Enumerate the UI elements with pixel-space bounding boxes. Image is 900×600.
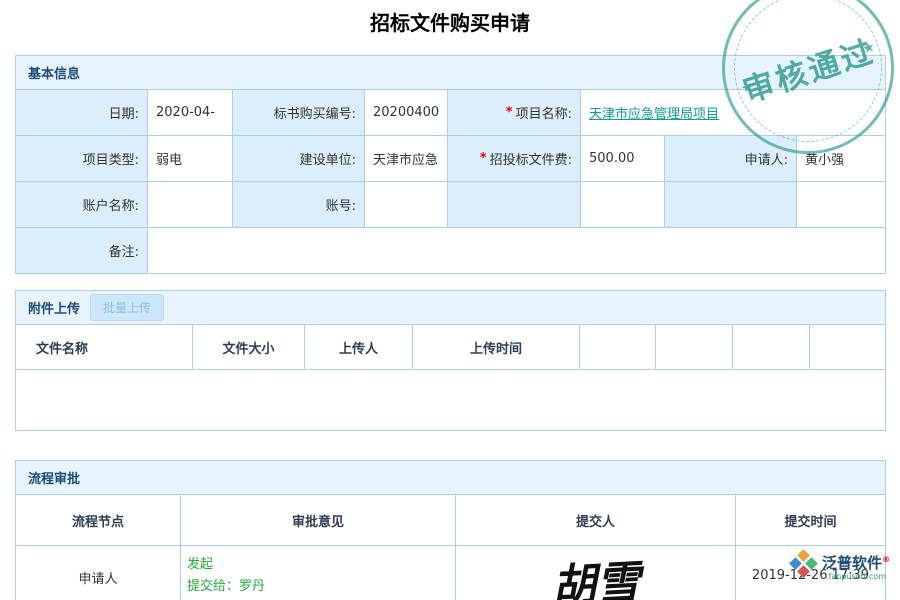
- project-name-link[interactable]: 天津市应急管理局项目: [589, 103, 719, 122]
- date-label: 日期:: [16, 90, 147, 135]
- attachments-section-header: 附件上传 批量上传: [16, 291, 885, 325]
- page-title: 招标文件购买申请: [0, 7, 900, 36]
- applicant-value[interactable]: 黄小强: [797, 136, 885, 181]
- signature-image: 胡雪: [550, 546, 641, 600]
- approval-section-title: 流程审批: [16, 461, 885, 495]
- brand-domain: .fanpusoft.com: [826, 572, 886, 582]
- project-name-cell: 天津市应急管理局项目: [581, 90, 885, 135]
- approval-row-opinion: 发起 提交给：罗丹: [181, 546, 455, 600]
- build-unit-label: 建设单位:: [233, 136, 364, 181]
- account-no-value[interactable]: [365, 182, 447, 227]
- approval-col-opinion: 审批意见: [181, 495, 455, 545]
- basic-info-section-title: 基本信息: [16, 56, 885, 90]
- remark-label: 备注:: [16, 228, 147, 273]
- attachments-col-filesize: 文件大小: [193, 325, 304, 369]
- bid-no-value[interactable]: 20200400: [365, 90, 447, 135]
- approval-table: 流程节点 审批意见 提交人 提交时间 申请人 发起 提交给：罗丹 胡雪 2019…: [16, 495, 885, 600]
- bid-no-label: 标书购买编号:: [233, 90, 364, 135]
- fanpu-logo-icon: [791, 551, 816, 576]
- remark-value[interactable]: [148, 228, 885, 273]
- project-type-value[interactable]: 弱电: [148, 136, 232, 181]
- fanpu-logo-text: 泛普软件® .fanpusoft.com: [822, 551, 890, 582]
- doc-fee-label: * 招投标文件费:: [448, 136, 580, 181]
- attachments-col-uploader: 上传人: [305, 325, 412, 369]
- account-name-label: 账户名称:: [16, 182, 147, 227]
- attachments-table-header: 文件名称 文件大小 上传人 上传时间: [16, 325, 885, 370]
- page: 招标文件购买申请 ★ 审核通过 ★ 基本信息 日期: 2020-04- 标书购买…: [0, 0, 900, 600]
- approval-action-text: 发起: [187, 554, 449, 576]
- approval-row-signature-cell: 胡雪: [456, 546, 735, 600]
- attachments-col-uploadtime: 上传时间: [413, 325, 579, 369]
- approval-col-node: 流程节点: [16, 495, 180, 545]
- attachments-empty-body: [16, 370, 885, 430]
- project-name-label: * 项目名称:: [448, 90, 580, 135]
- attachments-section: 附件上传 批量上传 文件名称 文件大小 上传人 上传时间: [15, 290, 886, 431]
- approval-col-time: 提交时间: [736, 495, 885, 545]
- project-type-label: 项目类型:: [16, 136, 147, 181]
- attachments-col-empty: [656, 325, 732, 369]
- brand-name-text: 泛普软件: [822, 554, 882, 572]
- brand-name: 泛普软件®: [822, 551, 890, 572]
- approval-section: 流程审批 流程节点 审批意见 提交人 提交时间 申请人 发起 提交给：罗丹 胡雪…: [15, 460, 886, 600]
- doc-fee-value[interactable]: 500.00: [581, 136, 664, 181]
- account-name-value[interactable]: [148, 182, 232, 227]
- applicant-label: 申请人:: [665, 136, 796, 181]
- date-value[interactable]: 2020-04-: [148, 90, 232, 135]
- account-no-label: 账号:: [233, 182, 364, 227]
- batch-upload-button[interactable]: 批量上传: [90, 294, 164, 321]
- build-unit-value[interactable]: 天津市应急: [365, 136, 447, 181]
- attachments-col-empty: [580, 325, 655, 369]
- fanpu-logo[interactable]: 泛普软件® .fanpusoft.com: [791, 551, 890, 582]
- empty-value-cell: [797, 182, 885, 227]
- required-mark: *: [506, 105, 513, 120]
- approval-submit-to-text: 提交给：罗丹: [187, 576, 449, 598]
- attachments-col-filename: 文件名称: [16, 325, 192, 369]
- empty-label-cell: [448, 182, 580, 227]
- project-name-label-text: 项目名称:: [516, 103, 572, 122]
- empty-value-cell: [581, 182, 664, 227]
- approval-row-node: 申请人: [16, 546, 180, 600]
- required-mark: *: [480, 151, 487, 166]
- approval-col-submitter: 提交人: [456, 495, 735, 545]
- basic-info-table: 日期: 2020-04- 标书购买编号: 20200400 * 项目名称: 天津…: [16, 90, 885, 273]
- registered-mark: ®: [882, 555, 890, 564]
- basic-info-section: 基本信息 日期: 2020-04- 标书购买编号: 20200400 * 项目名…: [15, 55, 886, 274]
- attachments-section-title: 附件上传: [28, 298, 80, 317]
- attachments-col-empty: [810, 325, 885, 369]
- attachments-col-empty: [733, 325, 809, 369]
- doc-fee-label-text: 招投标文件费:: [490, 149, 572, 168]
- empty-label-cell: [665, 182, 796, 227]
